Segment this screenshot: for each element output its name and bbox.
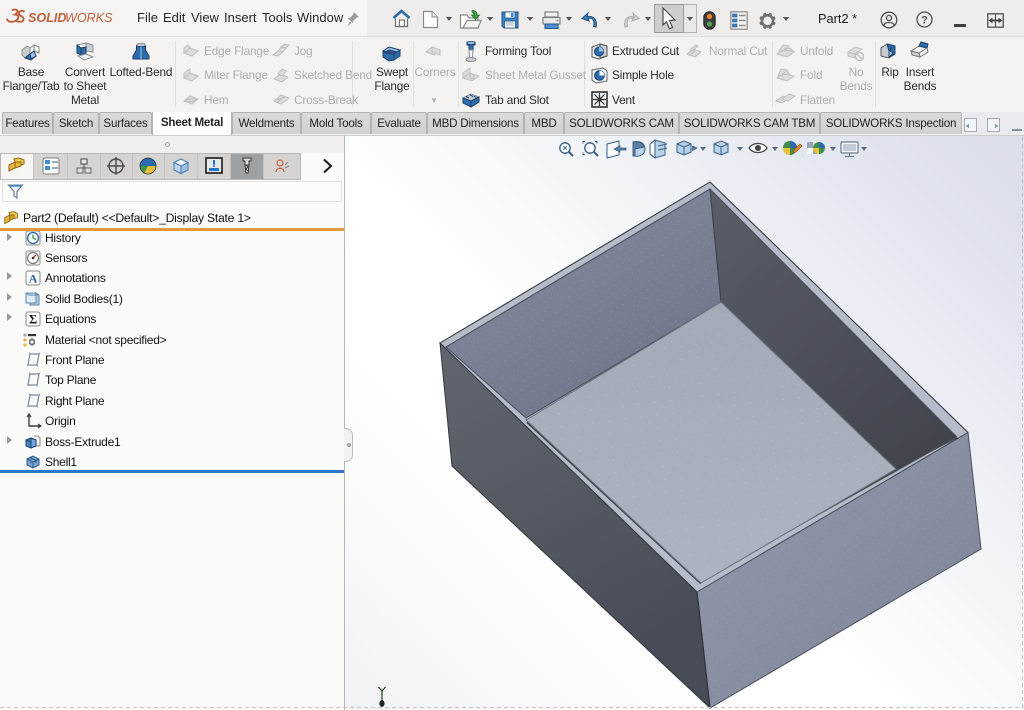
svg-text:WORKS: WORKS [65, 11, 113, 25]
svg-text:A: A [29, 272, 38, 286]
svg-text:?: ? [921, 15, 928, 27]
svg-text:Σ: Σ [29, 313, 37, 327]
svg-text:SOLID: SOLID [28, 11, 66, 25]
